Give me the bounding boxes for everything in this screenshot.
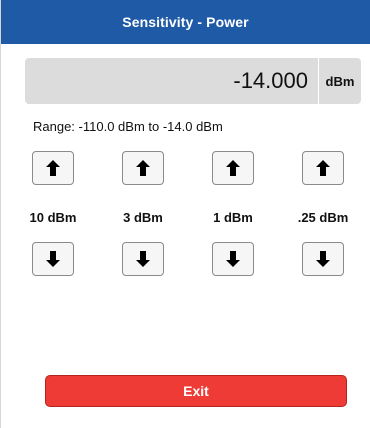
range-label: Range: -110.0 dBm to -14.0 dBm <box>33 119 223 134</box>
step-label-3-dbm: 3 dBm <box>123 210 163 225</box>
step-label-1-dbm: 1 dBm <box>213 210 253 225</box>
power-value: -14.000 <box>233 68 308 93</box>
decrement-10-dbm-button[interactable] <box>32 242 74 276</box>
arrow-up-icon <box>46 160 60 176</box>
value-display: -14.000 dBm <box>25 58 361 104</box>
increment-10-dbm-button[interactable] <box>32 151 74 185</box>
exit-button-label: Exit <box>183 383 209 399</box>
decrement-3-dbm-button[interactable] <box>122 242 164 276</box>
arrow-up-icon <box>136 160 150 176</box>
exit-button[interactable]: Exit <box>45 375 347 407</box>
step-label-025-dbm: .25 dBm <box>297 210 349 225</box>
arrow-down-icon <box>136 251 150 267</box>
header-bar: Sensitivity - Power <box>1 0 370 44</box>
step-label-10-dbm: 10 dBm <box>29 210 77 225</box>
power-unit: dBm <box>325 73 355 89</box>
arrow-down-icon <box>46 251 60 267</box>
increment-1-dbm-button[interactable] <box>212 151 254 185</box>
arrow-up-icon <box>226 160 240 176</box>
arrow-up-icon <box>316 160 330 176</box>
arrow-down-icon <box>316 251 330 267</box>
increment-3-dbm-button[interactable] <box>122 151 164 185</box>
page-title: Sensitivity - Power <box>122 14 249 30</box>
arrow-down-icon <box>226 251 240 267</box>
sensitivity-power-screen: Sensitivity - Power -14.000 dBm Range: -… <box>0 0 370 428</box>
increment-025-dbm-button[interactable] <box>302 151 344 185</box>
decrement-1-dbm-button[interactable] <box>212 242 254 276</box>
decrement-025-dbm-button[interactable] <box>302 242 344 276</box>
